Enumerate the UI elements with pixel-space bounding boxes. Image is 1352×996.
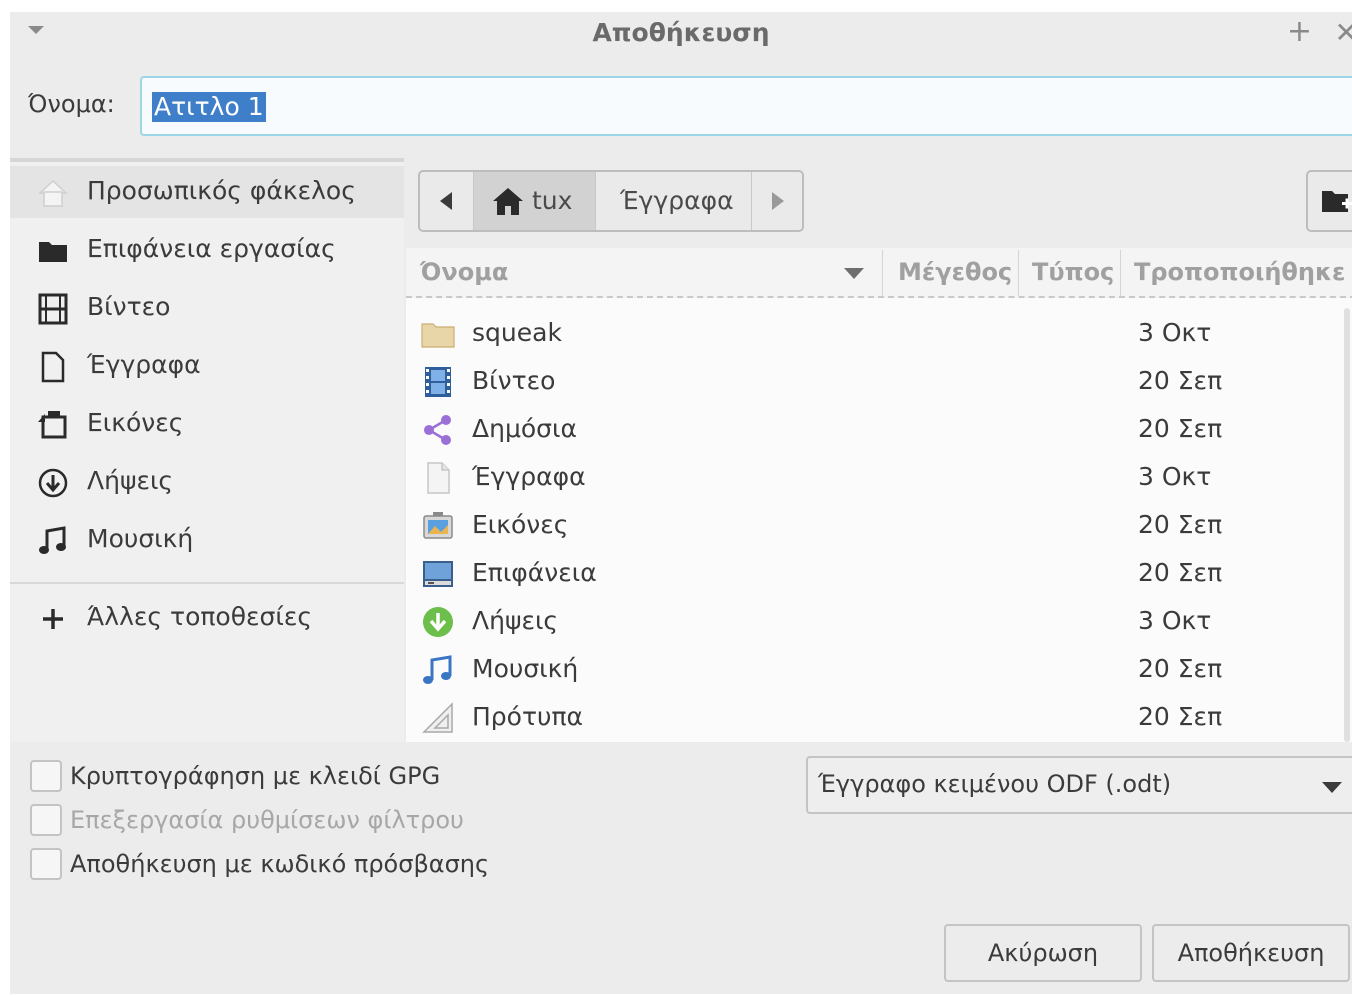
music-folder-icon bbox=[423, 655, 452, 684]
new-folder-icon bbox=[1322, 191, 1352, 212]
password-checkbox-label: Αποθήκευση με κωδικό πρόσβασης bbox=[70, 850, 490, 878]
window-title: Αποθήκευση bbox=[592, 18, 770, 47]
path-bar: tux Έγγραφα bbox=[418, 170, 804, 232]
sidebar-item-label: Άλλες τοποθεσίες bbox=[87, 602, 313, 631]
title-bar: Αποθήκευση + ✕ bbox=[10, 12, 1352, 56]
path-back-button[interactable] bbox=[420, 172, 474, 230]
document-folder-icon bbox=[427, 462, 450, 494]
path-documents-button[interactable]: Έγγραφα bbox=[596, 172, 752, 230]
sidebar-item-label: Βίντεο bbox=[87, 292, 171, 321]
desktop-folder-icon bbox=[39, 242, 67, 262]
sidebar-item-label: Μουσική bbox=[87, 524, 194, 553]
path-documents-label: Έγγραφα bbox=[620, 186, 734, 215]
filter-settings-checkbox-label: Επεξεργασία ρυθμίσεων φίλτρου bbox=[70, 806, 464, 834]
chevron-down-icon bbox=[1322, 782, 1342, 793]
home-icon bbox=[38, 179, 68, 207]
video-icon bbox=[38, 293, 68, 325]
home-icon bbox=[493, 188, 523, 215]
table-row[interactable]: Δημόσια 20 Σεπ bbox=[406, 406, 1346, 454]
sidebar-item-downloads[interactable]: Λήψεις bbox=[10, 456, 404, 508]
share-icon bbox=[424, 415, 451, 445]
sidebar-item-music[interactable]: Μουσική bbox=[10, 514, 404, 566]
table-row[interactable]: Βίντεο 20 Σεπ bbox=[406, 358, 1346, 406]
password-checkbox[interactable] bbox=[30, 848, 62, 880]
column-name[interactable]: Όνομα bbox=[420, 258, 508, 286]
chevron-left-icon bbox=[440, 192, 452, 210]
file-list-header: Όνομα Μέγεθος Τύπος Τροποποιήθηκε bbox=[406, 248, 1352, 298]
pictures-icon bbox=[38, 411, 67, 439]
sidebar-item-label: Εικόνες bbox=[87, 408, 184, 437]
table-row[interactable]: Εικόνες 20 Σεπ bbox=[406, 502, 1346, 550]
folder-icon bbox=[421, 323, 455, 348]
table-row[interactable]: Λήψεις 3 Οκτ bbox=[406, 598, 1346, 646]
sidebar-item-home[interactable]: Προσωπικός φάκελος bbox=[10, 166, 404, 218]
save-button[interactable]: Αποθήκευση bbox=[1152, 924, 1350, 982]
chevron-right-icon bbox=[772, 192, 784, 210]
gpg-checkbox-label: Κρυπτογράφηση με κλειδί GPG bbox=[70, 762, 441, 790]
sidebar-separator bbox=[10, 582, 404, 584]
column-type[interactable]: Τύπος bbox=[1032, 258, 1114, 286]
templates-folder-icon bbox=[422, 702, 453, 733]
filter-settings-checkbox[interactable] bbox=[30, 804, 62, 836]
sidebar-item-other-locations[interactable]: Άλλες τοποθεσίες bbox=[10, 592, 404, 644]
close-icon[interactable]: ✕ bbox=[1335, 16, 1352, 49]
pictures-folder-icon bbox=[423, 512, 453, 539]
column-size[interactable]: Μέγεθος bbox=[898, 258, 1012, 286]
table-row[interactable]: Έγγραφα 3 Οκτ bbox=[406, 454, 1346, 502]
video-folder-icon bbox=[425, 367, 451, 397]
new-folder-button[interactable] bbox=[1306, 170, 1352, 232]
download-folder-icon bbox=[423, 607, 453, 637]
sidebar-item-documents[interactable]: Έγγραφα bbox=[10, 340, 404, 392]
path-forward-button[interactable] bbox=[752, 172, 802, 230]
table-row[interactable]: squeak 3 Οκτ bbox=[406, 310, 1346, 358]
filename-value: Ατιτλο 1 bbox=[152, 92, 266, 122]
file-list-scrollbar[interactable] bbox=[1344, 308, 1350, 742]
table-row[interactable]: Πρότυπα 20 Σεπ bbox=[406, 694, 1346, 742]
path-home-label: tux bbox=[532, 186, 573, 215]
filetype-dropdown[interactable]: Έγγραφο κειμένου ODF (.odt) bbox=[806, 756, 1352, 814]
table-row[interactable]: Επιφάνεια 20 Σεπ bbox=[406, 550, 1346, 598]
sort-descending-icon bbox=[844, 268, 864, 279]
path-home-button[interactable]: tux bbox=[474, 172, 596, 230]
gpg-checkbox[interactable] bbox=[30, 760, 62, 792]
sidebar-item-label: Έγγραφα bbox=[87, 350, 201, 379]
document-icon bbox=[41, 351, 65, 383]
sidebar-item-videos[interactable]: Βίντεο bbox=[10, 282, 404, 334]
sidebar-item-pictures[interactable]: Εικόνες bbox=[10, 398, 404, 450]
name-label: Όνομα: bbox=[28, 90, 115, 118]
music-icon bbox=[39, 526, 66, 554]
desktop-folder-icon bbox=[423, 561, 453, 587]
table-row[interactable]: Μουσική 20 Σεπ bbox=[406, 646, 1346, 694]
maximize-icon[interactable]: + bbox=[1287, 14, 1312, 49]
filename-input[interactable]: Ατιτλο 1 bbox=[140, 76, 1352, 136]
places-sidebar: Προσωπικός φάκελος Επιφάνεια εργασίας Βί… bbox=[10, 158, 404, 742]
sidebar-item-label: Λήψεις bbox=[87, 466, 174, 495]
sidebar-item-label: Προσωπικός φάκελος bbox=[87, 176, 356, 205]
sidebar-item-desktop[interactable]: Επιφάνεια εργασίας bbox=[10, 224, 404, 276]
column-modified[interactable]: Τροποποιήθηκε bbox=[1134, 258, 1345, 286]
save-dialog: Αποθήκευση + ✕ Όνομα: Ατιτλο 1 Προσωπικό… bbox=[10, 12, 1352, 994]
filetype-selected: Έγγραφο κειμένου ODF (.odt) bbox=[818, 770, 1172, 798]
plus-icon bbox=[43, 609, 63, 629]
cancel-button[interactable]: Ακύρωση bbox=[944, 924, 1142, 982]
sidebar-item-label: Επιφάνεια εργασίας bbox=[87, 234, 336, 263]
file-list: Όνομα Μέγεθος Τύπος Τροποποιήθηκε squeak… bbox=[406, 248, 1352, 742]
download-icon bbox=[38, 468, 68, 498]
